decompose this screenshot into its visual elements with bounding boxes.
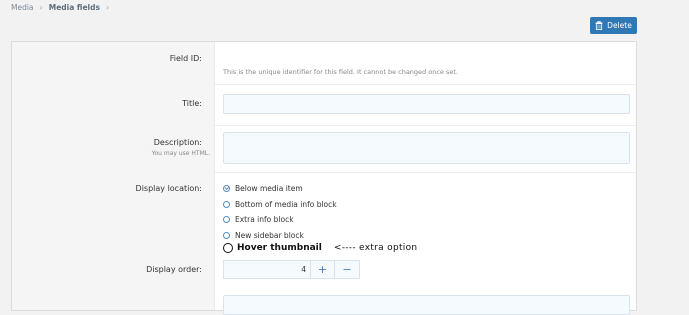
title-input[interactable] (223, 94, 630, 114)
divider (214, 84, 636, 85)
option-label: Extra info block (235, 215, 294, 224)
description-textarea[interactable] (223, 132, 630, 164)
increment-button[interactable]: + (310, 260, 335, 279)
display-order-label: Display order: (146, 265, 202, 274)
field-id-label: Field ID: (169, 54, 202, 63)
display-order-stepper: 4 + − (223, 260, 360, 279)
radio-icon[interactable] (223, 243, 233, 253)
radio-icon[interactable] (223, 201, 230, 208)
option-label: Below media item (235, 184, 303, 193)
breadcrumb-chevron-icon: › (39, 3, 43, 12)
display-location-label: Display location: (135, 184, 202, 193)
option-hover-thumbnail[interactable]: Hover thumbnail <---- extra option (223, 243, 417, 253)
breadcrumb-media[interactable]: Media (11, 3, 34, 12)
breadcrumb-chevron-icon: › (105, 3, 110, 12)
option-below-media-item[interactable]: Below media item (223, 184, 303, 193)
display-order-input[interactable]: 4 (223, 260, 310, 279)
delete-button-label: Delete (607, 21, 632, 30)
field-id-note: This is the unique identifier for this f… (223, 68, 458, 76)
form-panel: Field ID: This is the unique identifier … (11, 41, 637, 315)
description-hint: You may use HTML. (151, 150, 210, 157)
divider (214, 125, 636, 126)
description-label: Description: (153, 138, 202, 147)
option-new-sidebar-block[interactable]: New sidebar block (223, 231, 304, 240)
option-label: New sidebar block (235, 231, 304, 240)
divider (214, 172, 636, 173)
breadcrumb: Media › Media fields › (11, 3, 115, 12)
next-field-input[interactable] (223, 295, 630, 315)
title-label: Title: (182, 99, 202, 108)
extra-option-note: <---- extra option (333, 243, 418, 253)
trash-icon (595, 21, 603, 30)
radio-checked-icon[interactable] (223, 185, 230, 192)
delete-button[interactable]: Delete (590, 17, 637, 34)
radio-icon[interactable] (223, 232, 230, 239)
option-bottom-of-media-info-block[interactable]: Bottom of media info block (223, 200, 337, 209)
breadcrumb-media-fields[interactable]: Media fields (49, 3, 100, 12)
decrement-button[interactable]: − (335, 260, 360, 279)
option-label: Bottom of media info block (235, 200, 337, 209)
radio-icon[interactable] (223, 216, 230, 223)
option-extra-info-block[interactable]: Extra info block (223, 215, 294, 224)
option-label: Hover thumbnail (237, 243, 322, 253)
